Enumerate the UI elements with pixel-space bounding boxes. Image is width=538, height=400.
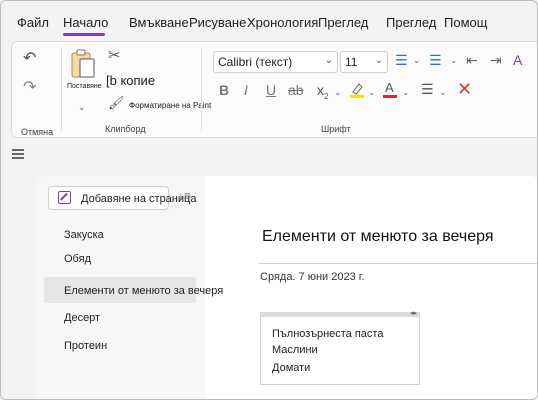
menu-bar: Файл Начало Вмъкване Рисуване Хронология… bbox=[1, 1, 537, 39]
svg-text:A: A bbox=[385, 80, 394, 95]
paste-chevron-icon[interactable]: ⌄ bbox=[78, 102, 86, 113]
undo-icon[interactable]: ↶ bbox=[23, 51, 36, 67]
chevron-down-icon: ⌄ bbox=[374, 55, 383, 66]
chevron-down-icon[interactable]: ⌄ bbox=[439, 87, 447, 98]
note-line[interactable]: Маслини bbox=[272, 344, 318, 356]
tab-help[interactable]: Помощ bbox=[444, 15, 487, 30]
tab-file[interactable]: Файл bbox=[17, 15, 49, 30]
paste-label[interactable]: Поставяне bbox=[67, 83, 102, 90]
tab-insert[interactable]: Вмъкване bbox=[129, 15, 189, 30]
subscript-icon[interactable]: x2 bbox=[317, 83, 328, 101]
scissors-icon[interactable]: ✂ bbox=[108, 48, 121, 63]
tab-draw[interactable]: Рисуване bbox=[189, 15, 246, 30]
note-container-handle[interactable]: ◂▸ bbox=[260, 309, 420, 317]
format-painter-icon[interactable]: 🖌 bbox=[108, 96, 125, 109]
clipboard-group-label: Клипборд bbox=[105, 124, 146, 134]
page-date: Сряда. 7 юни 2023 г. bbox=[260, 271, 365, 283]
chevron-down-icon[interactable]: ⌄ bbox=[450, 55, 458, 66]
add-page-icon bbox=[58, 191, 71, 204]
font-group-label: Шрифт bbox=[321, 124, 351, 134]
page-title[interactable]: Елементи от менюто за вечеря bbox=[262, 228, 494, 246]
tab-home[interactable]: Начало bbox=[63, 15, 108, 30]
note-line[interactable]: Пълнозърнеста паста bbox=[272, 328, 383, 340]
paste-icon[interactable] bbox=[70, 49, 96, 79]
font-name-dropdown[interactable]: Calibri (текст) ⌄ bbox=[213, 51, 338, 73]
resize-arrows-icon[interactable]: ◂▸ bbox=[410, 309, 417, 317]
chevron-down-icon: ⌄ bbox=[324, 55, 333, 66]
chevron-down-icon[interactable]: ⌄ bbox=[334, 87, 342, 98]
chevron-down-icon[interactable]: ⌄ bbox=[413, 55, 421, 66]
italic-icon[interactable]: I bbox=[244, 83, 248, 97]
tab-review[interactable]: Преглед bbox=[318, 15, 368, 30]
title-divider bbox=[259, 263, 537, 264]
tab-view[interactable]: Преглед bbox=[386, 15, 436, 30]
ribbon-separator bbox=[201, 47, 202, 131]
page-list-item[interactable]: Протеин bbox=[64, 340, 107, 352]
increase-indent-icon[interactable]: ⇥ bbox=[490, 53, 502, 67]
note-line[interactable]: Домати bbox=[272, 362, 310, 374]
decrease-indent-icon[interactable]: ⇤ bbox=[466, 53, 478, 67]
underline-icon[interactable]: U bbox=[266, 83, 276, 97]
chevron-down-icon[interactable]: ⌄ bbox=[368, 87, 376, 98]
format-painter-label[interactable]: Форматиране на Paint bbox=[129, 101, 211, 110]
ribbon-separator bbox=[61, 47, 62, 131]
onenote-window: Файл Начало Вмъкване Рисуване Хронология… bbox=[0, 0, 538, 400]
page-list-item[interactable]: Закуска bbox=[64, 229, 104, 241]
highlight-icon[interactable] bbox=[349, 81, 365, 99]
tab-history[interactable]: Хронология bbox=[247, 15, 318, 30]
align-icon[interactable]: ☰ bbox=[421, 82, 434, 96]
page-list-item-selected[interactable]: Елементи от менюто за вечеря bbox=[64, 285, 223, 297]
clear-formatting-icon[interactable]: ✕ bbox=[457, 80, 472, 98]
active-tab-indicator bbox=[63, 33, 105, 36]
bold-icon[interactable]: B bbox=[219, 83, 229, 97]
strikethrough-icon[interactable]: ab bbox=[288, 83, 304, 97]
styles-icon[interactable]: A bbox=[513, 53, 522, 67]
sort-icon[interactable]: ↓≡ bbox=[178, 189, 191, 203]
redo-icon[interactable]: ↷ bbox=[23, 80, 36, 96]
copy-label[interactable]: [b копие bbox=[106, 73, 155, 88]
page-list-item[interactable]: Десерт bbox=[64, 312, 100, 324]
bullets-icon[interactable]: ☰ bbox=[395, 53, 408, 67]
numbering-icon[interactable]: ☰ bbox=[429, 53, 442, 67]
chevron-down-icon[interactable]: ⌄ bbox=[402, 87, 410, 98]
font-size-value: 11 bbox=[345, 55, 358, 69]
page-list-item[interactable]: Обяд bbox=[64, 253, 91, 265]
font-color-icon[interactable]: A bbox=[382, 80, 398, 99]
navigation-menu-icon[interactable] bbox=[12, 149, 24, 159]
font-size-dropdown[interactable]: 11 ⌄ bbox=[340, 51, 388, 73]
font-name-value: Calibri (текст) bbox=[218, 55, 293, 69]
undo-group-label: Отмяна bbox=[21, 127, 54, 137]
